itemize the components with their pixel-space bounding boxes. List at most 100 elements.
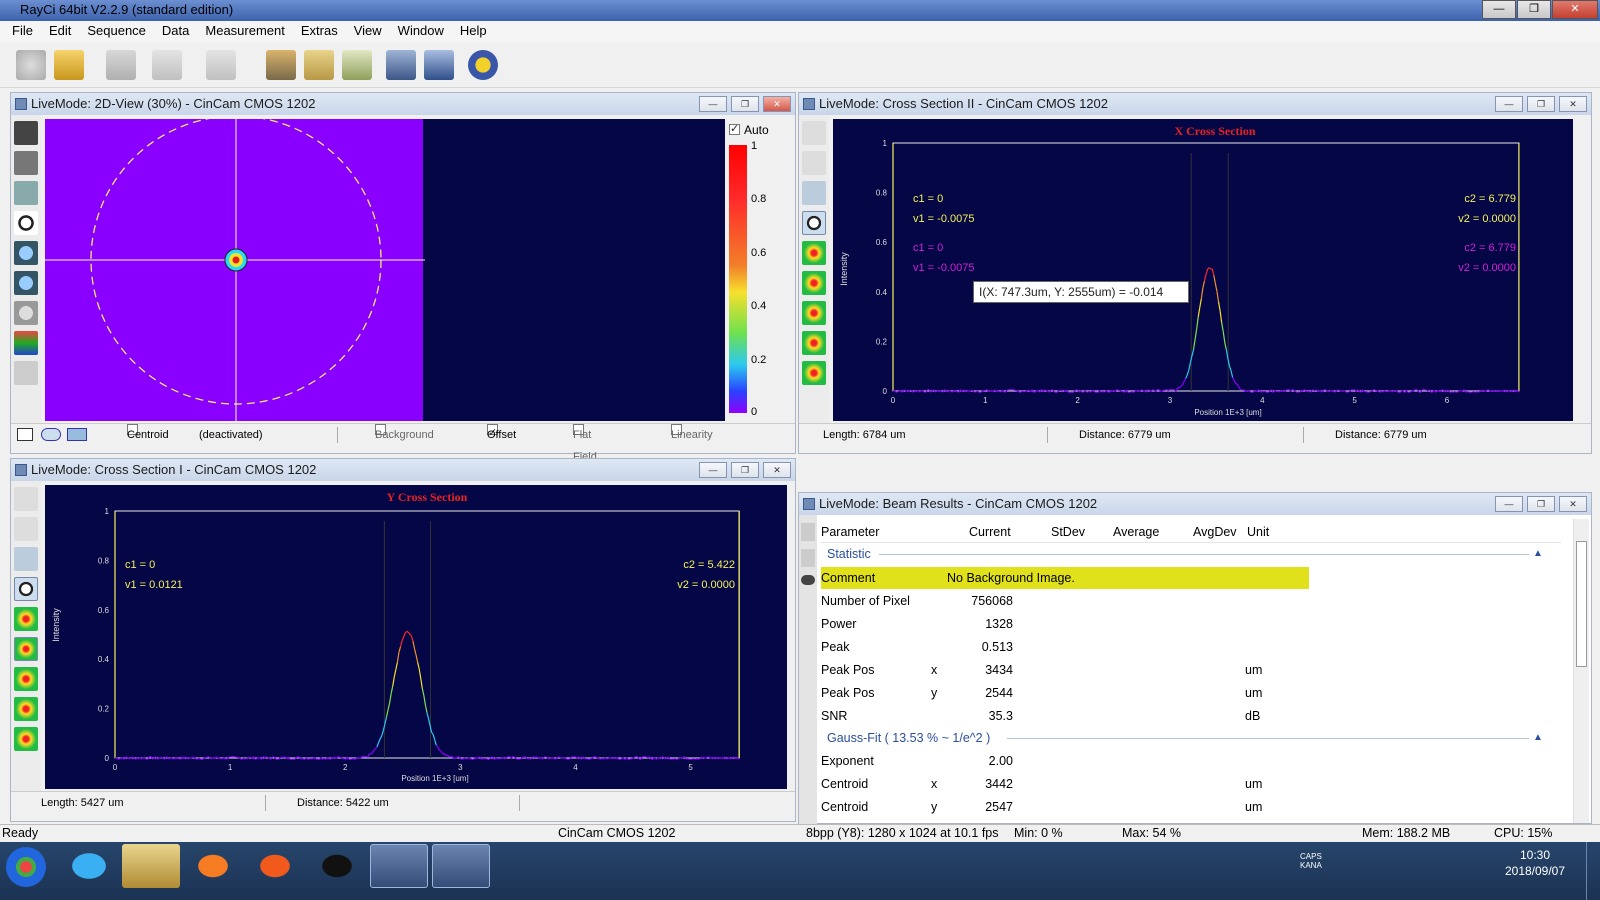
minimize-button[interactable]: — (1482, 0, 1516, 19)
snapshot-icon[interactable] (14, 121, 38, 145)
copy-icon[interactable] (801, 549, 815, 567)
profile-curve-segment (418, 668, 422, 679)
copy-icon[interactable] (14, 547, 38, 571)
vertical-section-icon[interactable] (802, 271, 826, 295)
profile-curve-segment (1258, 389, 1262, 393)
profile-curve-segment (550, 757, 553, 760)
menu-data[interactable]: Data (154, 21, 197, 42)
help-icon[interactable] (468, 50, 498, 80)
ring-section-icon[interactable] (14, 727, 38, 751)
maximize-button[interactable]: ❐ (1527, 496, 1555, 512)
crosshair-icon[interactable] (14, 577, 38, 601)
profile-curve-segment (247, 756, 250, 759)
window-icon[interactable] (386, 50, 416, 80)
menu-view[interactable]: View (346, 21, 390, 42)
collapse-icon[interactable]: ▲ (1533, 543, 1543, 565)
save-image-icon[interactable] (14, 487, 38, 511)
diagonal-section-icon[interactable] (14, 667, 38, 691)
image-canvas[interactable] (45, 119, 725, 421)
horizontal-section-icon[interactable] (802, 241, 826, 265)
menu-sequence[interactable]: Sequence (79, 21, 154, 42)
camera-settings-icon[interactable] (266, 50, 296, 80)
zoom-out-icon[interactable] (14, 271, 38, 295)
image-viewer-icon[interactable] (432, 844, 490, 888)
y-tick-label: 0.6 (98, 606, 110, 615)
zoom-in-icon[interactable] (14, 241, 38, 265)
section-gauss-fit[interactable]: Gauss-Fit ( 13.53 % ~ 1/e^2 ) ▲ (821, 727, 1561, 749)
checklist-icon[interactable] (342, 50, 372, 80)
new-icon[interactable] (16, 50, 46, 80)
start-icon[interactable] (6, 847, 46, 887)
auto-checkbox[interactable]: Auto (729, 122, 789, 139)
redo-icon[interactable] (206, 50, 236, 80)
section-statistic[interactable]: Statistic ▲ (821, 543, 1561, 565)
close-button[interactable]: ✕ (1559, 496, 1587, 512)
menu-help[interactable]: Help (452, 21, 495, 42)
ie-icon[interactable] (60, 844, 118, 888)
disabled-tool-icon[interactable] (14, 361, 38, 385)
horizontal-section-icon[interactable] (14, 607, 38, 631)
profile-curve-segment (1478, 390, 1481, 393)
maximize-button[interactable]: ❐ (1527, 96, 1555, 112)
3d-view-icon[interactable] (14, 331, 38, 355)
profile-curve-segment (266, 756, 269, 759)
cascade-icon[interactable] (424, 50, 454, 80)
crosshair-icon[interactable] (802, 211, 826, 235)
minimize-button[interactable]: — (1495, 496, 1523, 512)
profile-curve-segment (952, 389, 955, 393)
vertical-section-icon[interactable] (14, 637, 38, 661)
minimize-button[interactable]: — (699, 462, 727, 478)
layers-icon[interactable] (14, 151, 38, 175)
collapse-icon[interactable]: ▲ (1533, 727, 1543, 749)
close-button[interactable]: ✕ (763, 96, 791, 112)
cmd-icon[interactable] (308, 844, 366, 888)
minimize-button[interactable]: — (699, 96, 727, 112)
profile-curve-segment (947, 390, 950, 393)
save-data-icon[interactable] (802, 151, 826, 175)
save-data-icon[interactable] (14, 517, 38, 541)
save-icon[interactable] (801, 523, 815, 541)
report-icon[interactable] (304, 50, 334, 80)
copy-icon[interactable] (14, 181, 38, 205)
diagonal-section-icon[interactable] (802, 301, 826, 325)
save-image-icon[interactable] (802, 121, 826, 145)
rotate-shape-icon[interactable] (67, 428, 87, 441)
minimize-button[interactable]: — (1495, 96, 1523, 112)
cross-sections-icon[interactable] (802, 331, 826, 355)
ring-section-icon[interactable] (802, 361, 826, 385)
open-folder-icon[interactable] (54, 50, 84, 80)
scrollbar-thumb[interactable] (1576, 541, 1587, 667)
x-cross-section-plot[interactable]: X Cross Section Intensity Position 1E+3 … (833, 119, 1573, 421)
menu-window[interactable]: Window (390, 21, 452, 42)
cross-sections-icon[interactable] (14, 697, 38, 721)
y-cross-section-plot[interactable]: Y Cross Section Intensity Position 1E+3 … (45, 485, 787, 789)
menu-file[interactable]: File (4, 21, 41, 42)
menu-edit[interactable]: Edit (41, 21, 79, 42)
close-button[interactable]: ✕ (1552, 0, 1598, 19)
profile-curve-segment (1082, 391, 1085, 393)
maximize-button[interactable]: ❐ (1517, 0, 1551, 19)
rect-shape-icon[interactable] (17, 428, 33, 441)
maximize-button[interactable]: ❐ (731, 96, 759, 112)
maximize-button[interactable]: ❐ (731, 462, 759, 478)
eye-icon[interactable] (801, 575, 815, 585)
menu-extras[interactable]: Extras (293, 21, 346, 42)
show-desktop-button[interactable] (1586, 842, 1600, 900)
firefox-icon[interactable] (246, 844, 304, 888)
copy-icon[interactable] (802, 181, 826, 205)
close-button[interactable]: ✕ (1559, 96, 1587, 112)
results-table: Parameter Current StDev Average AvgDev U… (821, 519, 1567, 819)
zoom-reset-icon[interactable] (14, 301, 38, 325)
explorer-icon[interactable] (122, 844, 180, 888)
results-scrollbar[interactable] (1573, 519, 1589, 823)
profile-curve-segment (1382, 390, 1385, 393)
rayci-icon[interactable] (370, 844, 428, 888)
menu-measurement[interactable]: Measurement (197, 21, 292, 42)
ellipse-shape-icon[interactable] (41, 428, 61, 441)
undo-icon[interactable] (152, 50, 182, 80)
close-button[interactable]: ✕ (763, 462, 791, 478)
media-player-icon[interactable] (184, 844, 242, 888)
save-icon[interactable] (106, 50, 136, 80)
clock[interactable]: 10:30 2018/09/07 (1500, 847, 1570, 879)
crosshair-icon[interactable] (14, 211, 38, 235)
